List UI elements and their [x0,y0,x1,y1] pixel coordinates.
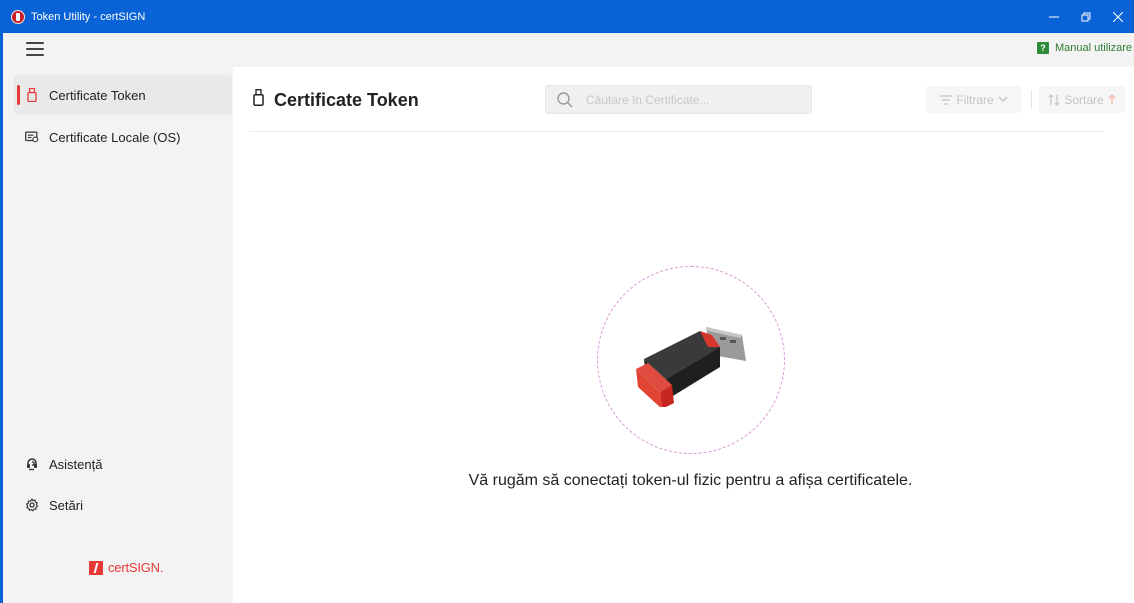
search-box [545,85,812,114]
sidebar: Certificate Token Certificate Locale (OS… [3,67,233,603]
usb-token-icon [253,89,264,111]
active-indicator [17,85,20,105]
restore-button[interactable] [1070,0,1102,33]
certsign-logo-mark [89,560,103,575]
window-controls [1038,0,1134,33]
arrow-up-icon [1108,94,1116,104]
sort-label: Sortare [1064,92,1104,107]
sort-button[interactable]: Sortare [1039,86,1125,113]
sidebar-item-label: Asistență [49,456,103,472]
restore-icon [1081,12,1091,21]
minimize-button[interactable] [1038,0,1070,33]
hamburger-menu-icon[interactable] [26,42,44,56]
filter-button[interactable]: Filtrare [926,86,1022,113]
usb-token-icon [25,87,39,103]
sidebar-item-certificate-token[interactable]: Certificate Token [14,75,232,115]
sidebar-item-certificate-locale[interactable]: Certificate Locale (OS) [14,117,232,157]
toolbar-separator [1031,90,1032,109]
main-content: Certificate Token Filtrare Sortare [233,67,1134,603]
sidebar-item-label: Setări [49,497,83,513]
filter-icon [940,94,953,105]
sort-icon [1048,93,1060,106]
certsign-logo: certSIGN. [89,560,163,575]
support-icon [25,456,39,472]
window-titlebar: Token Utility - certSIGN [0,0,1134,33]
app-icon [11,9,25,24]
gear-icon [25,497,39,513]
usb-token-illustration [636,327,746,407]
header-divider [249,131,1104,132]
sidebar-item-label: Certificate Locale (OS) [49,129,181,145]
page-title: Certificate Token [274,89,419,110]
window-title: Token Utility - certSIGN [31,10,146,23]
manual-utilizare-label: Manual utilizare [1054,42,1132,54]
sidebar-item-asistenta[interactable]: Asistență [14,444,232,484]
chevron-down-icon [998,96,1008,102]
search-icon [557,91,573,108]
top-toolbar: ? Manual utilizare [3,33,1134,67]
filter-label: Filtrare [956,92,994,107]
local-certificate-icon [25,129,39,145]
search-input[interactable] [586,92,806,107]
connect-token-message: Vă rugăm să conectați token-ul fizic pen… [468,472,913,489]
sidebar-item-setari[interactable]: Setări [14,485,232,525]
minimize-icon [1049,16,1059,17]
page-header: Certificate Token [253,89,419,111]
close-icon [1113,11,1123,22]
certsign-logo-text: certSIGN. [108,560,164,575]
close-button[interactable] [1102,0,1134,33]
manual-utilizare-link[interactable]: ? Manual utilizare [1036,42,1132,54]
token-illustration [597,266,785,454]
sidebar-item-label: Certificate Token [49,87,146,103]
help-book-icon: ? [1036,42,1049,54]
